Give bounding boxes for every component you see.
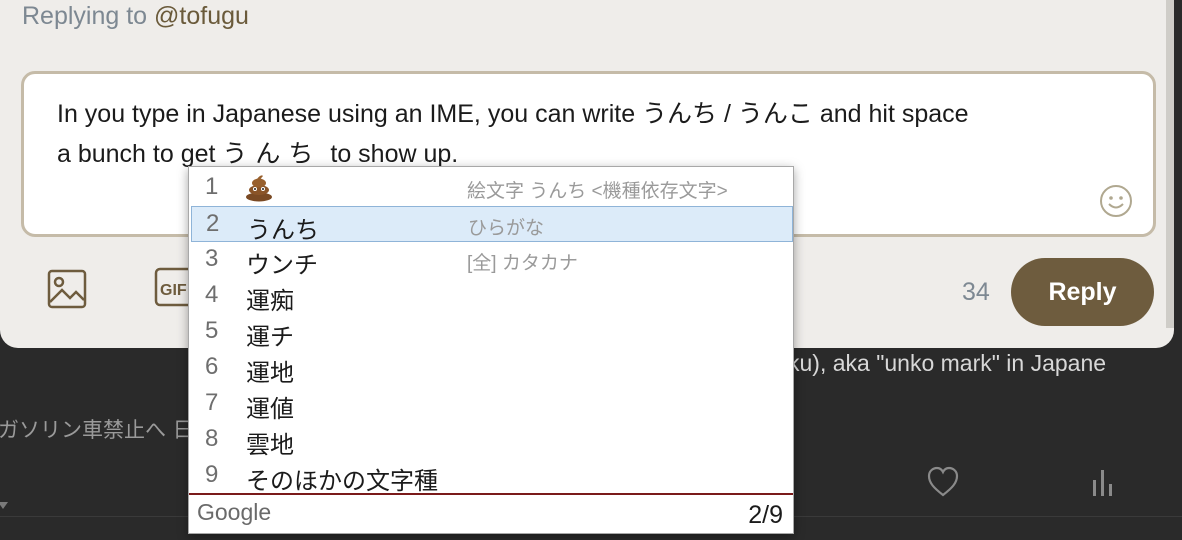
- analytics-icon[interactable]: [1090, 466, 1116, 503]
- candidate-word: 運痴: [246, 288, 294, 315]
- compose-text: In you type in Japanese using an IME, yo…: [57, 94, 1107, 174]
- candidate-number: 2: [206, 210, 220, 237]
- ime-candidate-window: 1 絵文字 うんち <機種依存文字> 2 うんち ひらがな 3 ウンチ [全] …: [188, 166, 794, 534]
- image-icon[interactable]: [46, 268, 88, 315]
- candidate-word: 運チ: [246, 324, 294, 351]
- reply-button[interactable]: Reply: [1011, 258, 1154, 326]
- ime-candidate-5[interactable]: 5 運チ: [191, 314, 793, 351]
- candidate-annotation: 絵文字 うんち <機種依存文字>: [467, 181, 728, 202]
- ime-candidate-8[interactable]: 8 雲地: [191, 422, 793, 459]
- compose-line-2-before: a bunch to get: [57, 140, 216, 168]
- candidate-number: 1: [205, 173, 219, 200]
- gif-label: GIF: [160, 282, 187, 299]
- candidate-word: そのほかの文字種: [246, 468, 438, 495]
- candidate-number: 7: [205, 389, 219, 416]
- gif-button[interactable]: GIF: [154, 267, 198, 312]
- ime-brand-label: Google: [197, 499, 272, 525]
- candidate-word: うんち: [247, 217, 319, 244]
- candidate-word: 運値: [246, 396, 294, 423]
- compose-line-1: In you type in Japanese using an IME, yo…: [57, 100, 969, 128]
- candidate-number: 9: [205, 461, 219, 488]
- candidate-word: 運地: [246, 360, 294, 387]
- background-post-text: ku), aka "unko mark" in Japane: [788, 350, 1107, 376]
- replying-handle-link[interactable]: @tofugu: [154, 2, 249, 30]
- ime-candidate-1[interactable]: 1 絵文字 うんち <機種依存文字>: [191, 170, 793, 206]
- replying-to: Replying to @tofugu: [22, 2, 249, 31]
- heart-icon[interactable]: [926, 466, 960, 503]
- ime-candidate-2[interactable]: 2 うんち ひらがな: [191, 206, 793, 244]
- ime-candidate-4[interactable]: 4 運痴: [191, 278, 793, 315]
- ime-candidate-9[interactable]: 9 そのほかの文字種: [191, 458, 793, 495]
- replying-prefix: Replying to: [22, 2, 148, 30]
- candidate-number: 3: [205, 245, 219, 272]
- candidate-number: 5: [205, 317, 219, 344]
- ime-candidate-6[interactable]: 6 運地: [191, 350, 793, 387]
- scrollbar[interactable]: [1166, 0, 1174, 328]
- candidate-number: 6: [205, 353, 219, 380]
- pile-of-poo-icon: [244, 172, 274, 209]
- candidate-word: ウンチ: [246, 252, 318, 279]
- candidate-annotation: [全] カタカナ: [467, 253, 578, 274]
- candidate-annotation: ひらがな: [468, 218, 545, 239]
- ime-page-indicator: 2/9: [748, 501, 783, 529]
- ime-candidate-7[interactable]: 7 運値: [191, 386, 793, 423]
- ime-candidate-3[interactable]: 3 ウンチ [全] カタカナ: [191, 242, 793, 279]
- ime-footer: Google 2/9: [189, 493, 793, 533]
- emoji-icon[interactable]: [1099, 184, 1133, 223]
- candidate-number: 4: [205, 281, 219, 308]
- background-sidebar-text: ガソリン車禁止へ 日: [0, 418, 194, 442]
- compose-line-2-after: to show up.: [330, 140, 459, 168]
- character-count: 34: [962, 278, 990, 306]
- candidate-word: 雲地: [246, 432, 294, 459]
- candidate-number: 8: [205, 425, 219, 452]
- chevron-down-icon: [0, 502, 8, 509]
